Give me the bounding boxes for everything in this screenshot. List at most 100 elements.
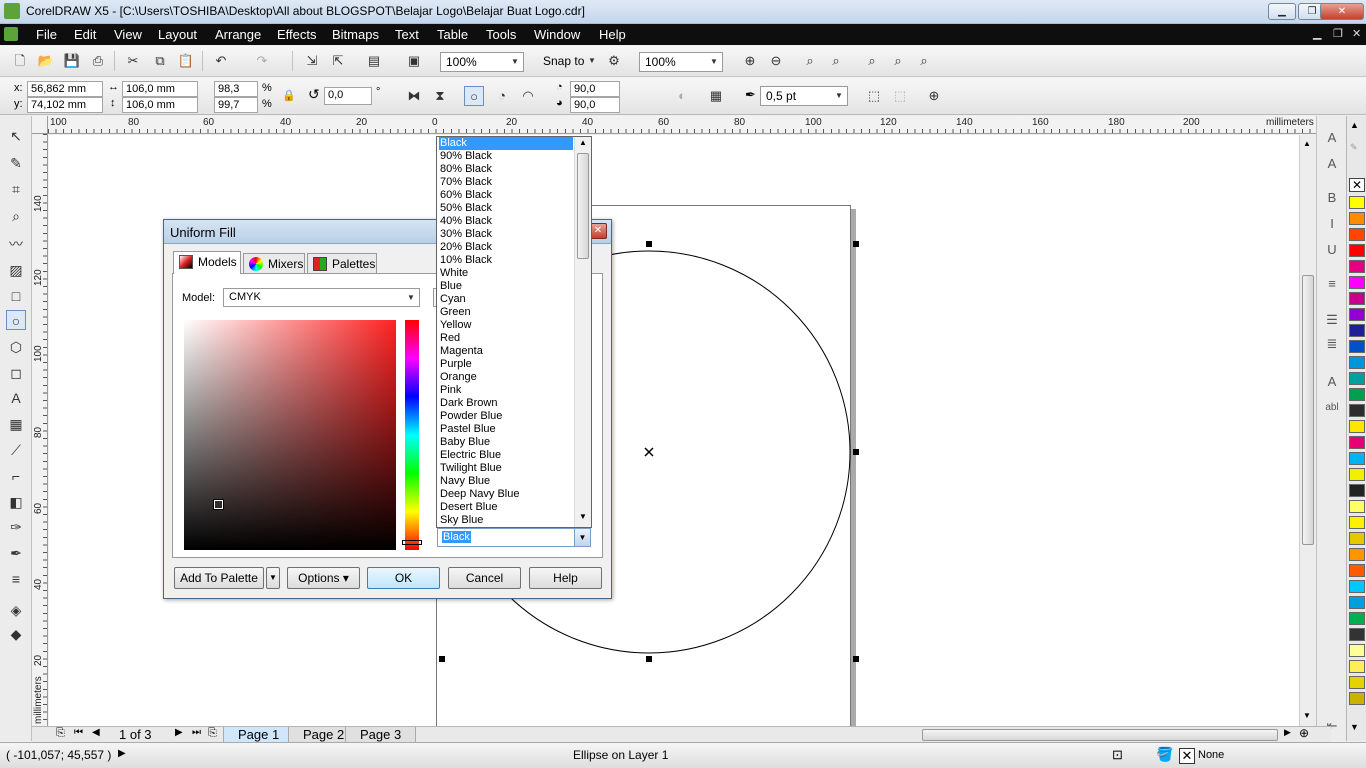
application-launcher-icon[interactable]: ▤ [364,51,384,71]
start-angle-field[interactable]: 90,0 [570,81,620,97]
color-list-item[interactable]: Pastel Blue [439,423,573,436]
direction-icon[interactable]: ◐ [672,86,692,106]
color-list-item[interactable]: 30% Black [439,228,573,241]
width-field[interactable]: 106,0 mm [122,81,198,97]
menu-view[interactable]: View [114,27,142,42]
color-list-item[interactable]: Desert Blue [439,501,573,514]
color-list-item[interactable]: Sky Blue [439,514,573,527]
menu-effects[interactable]: Effects [277,27,317,42]
color-list-item[interactable]: 10% Black [439,254,573,267]
height-field[interactable]: 106,0 mm [122,97,198,113]
drop-shadow-tool-icon[interactable]: ◧ [6,492,26,512]
scale-height-field[interactable]: 99,7 [214,97,258,113]
palette-swatch[interactable] [1349,660,1365,673]
color-name-combo[interactable]: Black ▼ [437,528,591,547]
new-document-icon[interactable]: 🗋 [10,51,30,71]
color-list-item[interactable]: Magenta [439,345,573,358]
options-icon[interactable]: ⚙ [604,51,624,71]
freehand-tool-icon[interactable]: 〰 [6,234,26,254]
doc-close-icon[interactable]: ✕ [1352,27,1361,40]
palette-swatch[interactable] [1349,276,1365,289]
h-scroll-right-icon[interactable]: ▶ [1284,727,1291,738]
zoom-out-icon[interactable]: ⊖ [766,51,786,71]
menu-edit[interactable]: Edit [74,27,96,42]
connector-tool-icon[interactable]: ⌐ [6,466,26,486]
lock-ratio-icon[interactable]: 🔒 [279,86,299,106]
tab-palettes[interactable]: Palettes [307,253,377,273]
cancel-button[interactable]: Cancel [448,567,521,589]
zoom-tool-icon[interactable]: ⌕ [6,206,26,226]
tab-mixers[interactable]: Mixers [243,253,305,273]
palette-swatch[interactable] [1349,692,1365,705]
scroll-down-icon[interactable]: ▼ [1303,711,1311,720]
color-picker-cursor[interactable] [213,499,224,510]
color-list-item[interactable]: Red [439,332,573,345]
color-list-item[interactable]: Pink [439,384,573,397]
menu-table[interactable]: Table [437,27,468,42]
vertical-scrollbar[interactable]: ▲ ▼ [1299,135,1316,726]
smart-fill-tool-icon[interactable]: ▨ [6,260,26,280]
crop-tool-icon[interactable]: ⌗ [6,179,26,199]
interactive-fill-tool-icon[interactable]: ◈ [6,600,26,620]
menu-tools[interactable]: Tools [486,27,516,42]
doc-restore-icon[interactable]: ❐ [1333,27,1343,40]
outline-width-combo[interactable]: 0,5 pt ▼ [760,86,848,106]
palette-scroll-up-icon[interactable]: ▲ [1350,120,1359,130]
list-scroll-thumb[interactable] [577,153,589,259]
mirror-vertical-icon[interactable]: ⧗ [430,86,450,106]
color-list-item[interactable]: Electric Blue [439,449,573,462]
palette-eyedropper-icon[interactable]: ✎ [1350,142,1358,153]
no-color-swatch[interactable]: ✕ [1349,178,1365,192]
add-to-palette-dropdown[interactable]: ▼ [266,567,280,589]
wrap-text-icon[interactable]: ▦ [706,86,726,106]
list-icon[interactable]: ☰ [1322,310,1342,330]
italic-icon[interactable]: I [1322,214,1342,234]
options-button[interactable]: Options ▾ [287,567,360,589]
palette-swatch[interactable] [1349,436,1365,449]
palette-swatch[interactable] [1349,516,1365,529]
zoom-selected-icon[interactable]: ⌕ [800,51,820,71]
add-to-palette-button[interactable]: Add To Palette [174,567,264,589]
x-position-field[interactable]: 56,862 mm [27,81,103,97]
convert-to-curves-icon[interactable]: ⬚ [864,86,884,106]
zoom-level-combo[interactable]: 100% ▼ [440,52,524,72]
scale-width-field[interactable]: 98,3 [214,81,258,97]
tab-models[interactable]: Models [173,251,241,274]
basic-shapes-tool-icon[interactable]: ◻ [6,363,26,383]
menu-arrange[interactable]: Arrange [215,27,261,42]
export-icon[interactable]: ⇱ [328,51,348,71]
menu-text[interactable]: Text [395,27,419,42]
palette-swatch[interactable] [1349,388,1365,401]
redo-icon[interactable]: ↷ [252,51,272,71]
zoom-all-icon[interactable]: ⌕ [826,51,846,71]
zoom-level-combo-2[interactable]: 100% ▼ [639,52,723,72]
color-list-item[interactable]: 70% Black [439,176,573,189]
palette-swatch[interactable] [1349,324,1365,337]
color-list-item[interactable]: 50% Black [439,202,573,215]
combine-icon[interactable]: ⬚ [890,86,910,106]
color-list-item[interactable]: Blue [439,280,573,293]
pick-tool-icon[interactable]: ↖ [6,126,26,146]
color-list-item[interactable]: Navy Blue [439,475,573,488]
color-picker-area[interactable] [184,320,396,550]
menu-bitmaps[interactable]: Bitmaps [332,27,379,42]
color-list-item[interactable]: 40% Black [439,215,573,228]
last-page-icon[interactable]: ⏭ [192,727,201,738]
palette-swatch[interactable] [1349,612,1365,625]
zoom-in-icon[interactable]: ⊕ [740,51,760,71]
polygon-tool-icon[interactable]: ⬡ [6,337,26,357]
palette-swatch[interactable] [1349,260,1365,273]
save-icon[interactable]: 💾 [62,51,82,71]
color-list-item[interactable]: White [439,267,573,280]
palette-swatch[interactable] [1349,244,1365,257]
color-proof-icon[interactable]: ⊡ [1112,747,1123,763]
snap-to-dropdown[interactable]: Snap to ▼ [538,52,600,72]
first-page-icon[interactable]: ⏮ [74,727,83,738]
palette-swatch[interactable] [1349,228,1365,241]
color-list-item[interactable]: 80% Black [439,163,573,176]
color-name-list[interactable]: Black 90% Black 80% Black 70% Black 60% Blac… [436,136,592,528]
paragraph-icon[interactable]: ≣ [1322,334,1342,354]
underline-icon[interactable]: U [1322,240,1342,260]
bullet-list-icon[interactable]: ≡ [1322,274,1342,294]
prev-page-icon[interactable]: ◀ [92,727,100,738]
